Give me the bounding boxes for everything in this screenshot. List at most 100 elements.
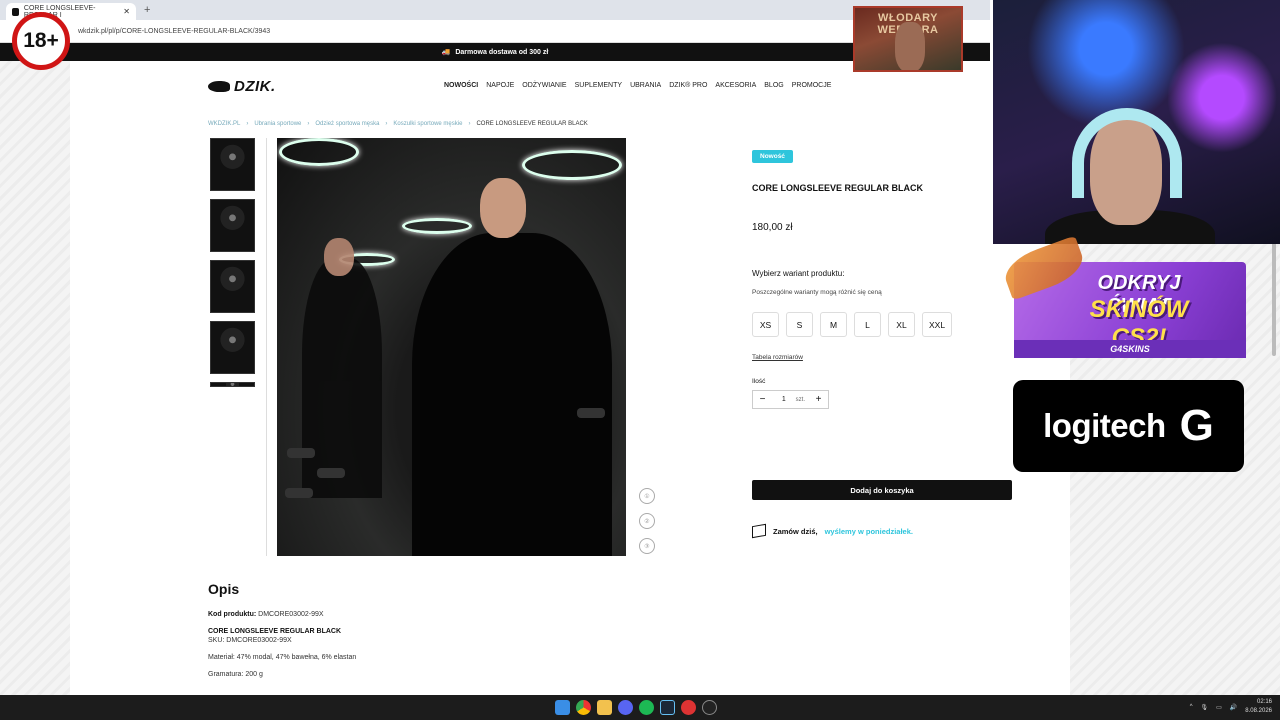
- chrome-alt-icon[interactable]: [681, 700, 696, 715]
- address-bar[interactable]: wkdzik.pl/pl/p/CORE-LONGSLEEVE-REGULAR-B…: [0, 20, 990, 43]
- clock[interactable]: 02:16 8.08.2026: [1245, 698, 1272, 716]
- product-thumbnail[interactable]: [210, 260, 255, 313]
- package-icon: [752, 523, 766, 539]
- ceiling-light-ring: [522, 150, 622, 180]
- system-tray: ^ 🎙 ▭ 🔊 02:16 8.08.2026: [1190, 698, 1272, 716]
- qty-minus-button[interactable]: −: [753, 394, 772, 405]
- g4skins-ad: ODKRYJ ŚWIAT SKINÓW CS2! G4SKINS: [999, 235, 1246, 358]
- breadcrumb-separator: ›: [385, 121, 388, 127]
- bull-icon: [208, 81, 230, 92]
- breadcrumb: WKDZIK.PL › Ubrania sportowe › Odzież spor…: [208, 121, 588, 127]
- nav-item-dzik-pro[interactable]: DZIK® PRO: [669, 82, 707, 89]
- nav-item-napoje[interactable]: NAPOJE: [486, 82, 514, 89]
- size-option-xl[interactable]: XL: [888, 312, 915, 337]
- size-option-xxl[interactable]: XXL: [922, 312, 953, 337]
- qty-unit: szt.: [795, 396, 805, 403]
- breadcrumb-separator: ›: [246, 121, 249, 127]
- promo-bar: 🚚 Darmowa dostawa od 300 zł: [0, 43, 990, 61]
- gallery-divider: [266, 138, 267, 556]
- file-explorer-icon[interactable]: [597, 700, 612, 715]
- breadcrumb-home[interactable]: WKDZIK.PL: [208, 121, 240, 127]
- logitech-ad: logitech G: [1013, 380, 1244, 472]
- dumbbell: [285, 488, 313, 498]
- description-section: Opis Kod produktu: DMCORE03002-99X CORE …: [208, 581, 708, 688]
- size-option-l[interactable]: L: [854, 312, 881, 337]
- breadcrumb-separator: ›: [468, 121, 471, 127]
- channel-banner: WŁODARY WEDBARA: [853, 6, 963, 72]
- thumbnail-list: [210, 138, 255, 395]
- nav-item-blog[interactable]: BLOG: [764, 82, 783, 89]
- discord-icon[interactable]: [618, 700, 633, 715]
- quantity-stepper: − 1 szt. +: [752, 390, 829, 409]
- breadcrumb-current: CORE LONGSLEEVE REGULAR BLACK: [476, 121, 588, 127]
- breadcrumb-koszulki[interactable]: Koszulki sportowe męskie: [393, 121, 462, 127]
- product-thumbnail[interactable]: [210, 382, 255, 387]
- nav-item-akcesoria[interactable]: AKCESORIA: [715, 82, 756, 89]
- breadcrumb-odziez[interactable]: Odzież sportowa męska: [315, 121, 379, 127]
- age-rating-badge: 18+: [12, 12, 70, 70]
- app-icon[interactable]: [702, 700, 717, 715]
- add-to-cart-button[interactable]: Dodaj do koszyka: [752, 480, 1012, 500]
- site-favicon-icon: [12, 7, 19, 16]
- size-selector: XS S M L XL XXL: [752, 312, 1012, 337]
- nav-item-ubrania[interactable]: UBRANIA: [630, 82, 661, 89]
- mirror-reflection: [302, 238, 382, 498]
- size-chart-link[interactable]: Tabela rozmiarów: [752, 354, 1012, 361]
- network-icon[interactable]: ▭: [1216, 704, 1222, 711]
- logitech-g-icon: G: [1179, 401, 1214, 450]
- tray-chevron-icon[interactable]: ^: [1190, 704, 1193, 710]
- product-thumbnail[interactable]: [210, 138, 255, 191]
- nav-item-nowosci[interactable]: NOWOŚCI: [444, 82, 478, 89]
- ceiling-light-ring: [279, 138, 359, 166]
- promo-text: Darmowa dostawa od 300 zł: [455, 48, 549, 56]
- microphone-icon[interactable]: 🎙: [1201, 704, 1209, 711]
- nav-item-suplementy[interactable]: SUPLEMENTY: [575, 82, 622, 89]
- webcam-overlay: [990, 0, 1280, 244]
- logitech-wordmark: logitech: [1043, 407, 1166, 444]
- pager-dot[interactable]: ③: [639, 538, 655, 554]
- size-option-m[interactable]: M: [820, 312, 847, 337]
- product-main-image[interactable]: [277, 138, 626, 556]
- gallery-pager: ① ② ③: [639, 488, 655, 563]
- dumbbell: [287, 448, 315, 458]
- clock-date: 8.08.2026: [1245, 708, 1272, 714]
- shipping-info: Zamów dziś, wyślemy w poniedziałek.: [752, 523, 1012, 539]
- desc-material: Materiał: 47% modal, 47% bawełna, 6% ela…: [208, 654, 357, 661]
- qty-input[interactable]: 1: [772, 396, 796, 403]
- quantity-label: Ilość: [752, 378, 766, 385]
- desc-product-name: CORE LONGSLEEVE REGULAR BLACK: [208, 628, 342, 635]
- g4-brand: G4SKINS: [1014, 340, 1246, 358]
- size-option-s[interactable]: S: [786, 312, 813, 337]
- steam-icon[interactable]: [660, 700, 675, 715]
- size-option-xs[interactable]: XS: [752, 312, 779, 337]
- code-value: DMCORE03002-99X: [258, 611, 324, 618]
- desc-name-row: CORE LONGSLEEVE REGULAR BLACK: [208, 628, 708, 635]
- volume-icon[interactable]: 🔊: [1230, 704, 1237, 711]
- new-tab-button[interactable]: +: [144, 4, 150, 16]
- breadcrumb-ubrania[interactable]: Ubrania sportowe: [254, 121, 301, 127]
- product-thumbnail[interactable]: [210, 199, 255, 252]
- nav-item-promocje[interactable]: PROMOCJE: [792, 82, 832, 89]
- variant-label: Wybierz wariant produktu:: [752, 269, 845, 278]
- ship-date-link[interactable]: wyślemy w poniedziałek.: [825, 527, 913, 536]
- truck-icon: 🚚: [441, 49, 451, 56]
- nav-item-odzywianie[interactable]: ODŻYWIANIE: [522, 82, 566, 89]
- qty-plus-button[interactable]: +: [809, 394, 828, 405]
- new-badge: Nowość: [752, 150, 793, 163]
- pager-dot[interactable]: ①: [639, 488, 655, 504]
- browser-tabbar: CORE LONGSLEEVE-REGULAR I ✕ +: [0, 0, 990, 20]
- pager-dot[interactable]: ②: [639, 513, 655, 529]
- close-tab-icon[interactable]: ✕: [123, 7, 130, 16]
- spotify-icon[interactable]: [639, 700, 654, 715]
- url-text: wkdzik.pl/pl/p/CORE-LONGSLEEVE-REGULAR-B…: [78, 27, 271, 35]
- product-thumbnail[interactable]: [210, 321, 255, 374]
- headphones-icon: [1072, 108, 1182, 198]
- model-figure: [412, 178, 612, 556]
- dzik-logo[interactable]: DZIK.: [208, 78, 276, 95]
- description-heading: Opis: [208, 581, 240, 597]
- desc-sku: SKU: DMCORE03002-99X: [208, 637, 292, 644]
- windows-start-icon[interactable]: [555, 700, 570, 715]
- page-content: DZIK. NOWOŚCI NAPOJE ODŻYWIANIE SUPLEMEN…: [70, 61, 1070, 695]
- chrome-icon[interactable]: [576, 700, 591, 715]
- product-price: 180,00 zł: [752, 222, 793, 233]
